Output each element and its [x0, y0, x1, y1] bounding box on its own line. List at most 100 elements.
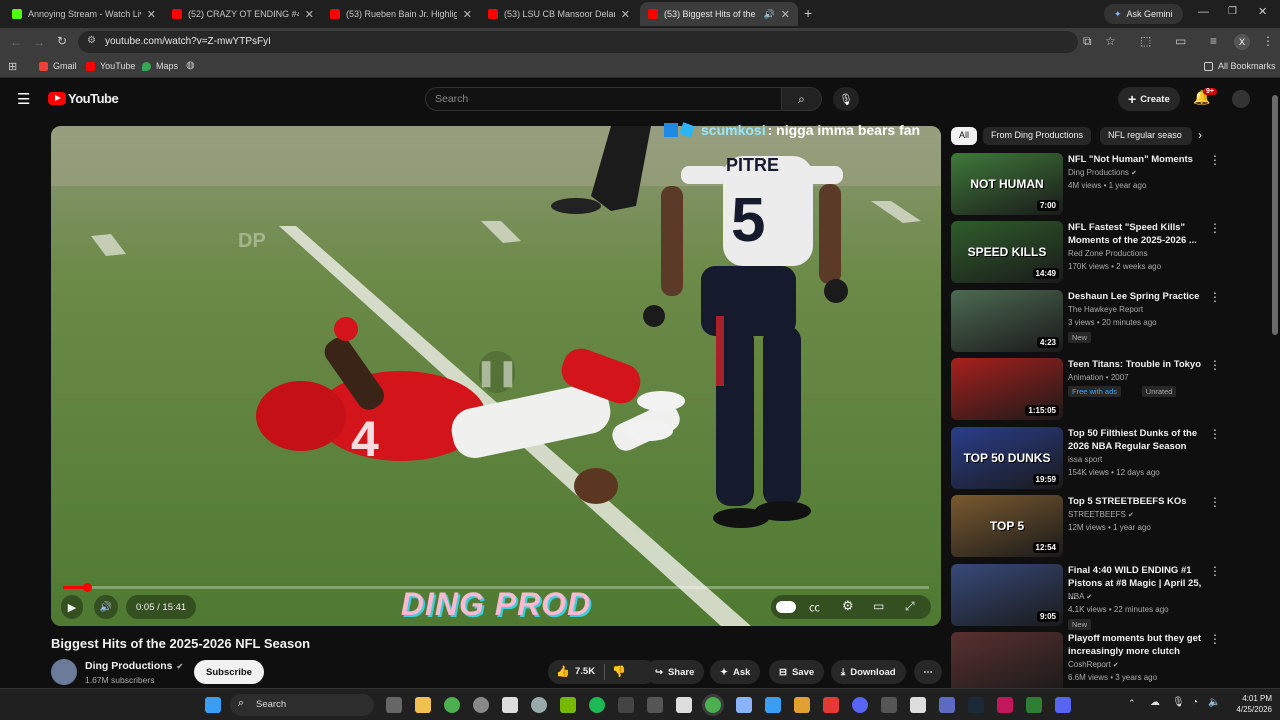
recommendation-item[interactable]: 1:15:05 Teen Titans: Trouble in Tokyo Anim…: [951, 358, 1251, 420]
video-thumbnail[interactable]: 4:23: [951, 290, 1063, 352]
search-input[interactable]: Search: [425, 87, 782, 111]
video-thumbnail[interactable]: [951, 632, 1063, 688]
more-actions-button[interactable]: ⋯: [914, 660, 942, 684]
video-thumbnail[interactable]: NOT HUMAN 7:00: [951, 153, 1063, 215]
file-explorer-icon[interactable]: [415, 697, 431, 713]
video-player[interactable]: PITRE 5 4 DP ❚❚ DING PROD ▶ 🔊 0:05 / 15:…: [51, 126, 941, 626]
recommendation-item[interactable]: 4:23 Deshaun Lee Spring Practice The Hawke…: [951, 290, 1251, 352]
recommendation-title[interactable]: Top 50 Filthiest Dunks of the 2026 NBA Re…: [1068, 427, 1208, 453]
like-count[interactable]: 7.5K: [575, 666, 595, 677]
recommendation-title[interactable]: Playoff moments but they get increasingly…: [1068, 632, 1208, 658]
channel-name-row[interactable]: Ding Productions ✔: [85, 660, 183, 672]
autoplay-toggle[interactable]: [776, 601, 796, 613]
discord-icon[interactable]: [852, 697, 868, 713]
chip-from-channel[interactable]: From Ding Productions: [983, 127, 1092, 145]
tab-search-icon[interactable]: ≡: [1210, 34, 1217, 48]
app-icon[interactable]: [1026, 697, 1042, 713]
recommendation-item[interactable]: 9:05 Final 4:40 WILD ENDING #1 Pistons at …: [951, 564, 1251, 630]
close-tab-icon[interactable]: ✕: [305, 8, 314, 21]
app-icon[interactable]: [1055, 697, 1071, 713]
recommendation-item[interactable]: TOP 5 12:54 Top 5 STREETBEEFS KOs STREETBEE…: [951, 495, 1251, 557]
globe-icon[interactable]: ◍: [186, 60, 195, 71]
recommendation-title[interactable]: NFL "Not Human" Moments: [1068, 153, 1208, 166]
address-bar[interactable]: ⚙ youtube.com/watch?v=Z-mwYTPsFyI: [78, 31, 1078, 53]
progress-bar[interactable]: [63, 583, 929, 592]
close-tab-icon[interactable]: ✕: [463, 8, 472, 21]
wifi-icon[interactable]: ◔: [1192, 697, 1198, 708]
volume-button[interactable]: 🔊: [94, 595, 118, 619]
captions-icon[interactable]: ㏄: [809, 599, 820, 615]
ask-gemini-button[interactable]: ✦ Ask Gemini: [1104, 4, 1183, 24]
tray-chevron-icon[interactable]: ⌃: [1128, 698, 1136, 709]
voice-search-button[interactable]: 🎙: [833, 87, 859, 111]
extensions-icon[interactable]: ⬚: [1140, 34, 1151, 48]
microphone-icon[interactable]: 🎙: [1172, 697, 1185, 708]
channel-name[interactable]: Ding Productions: [85, 660, 173, 672]
recommendation-title[interactable]: Top 5 STREETBEEFS KOs: [1068, 495, 1208, 508]
thumbs-down-icon[interactable]: 👎: [612, 665, 626, 678]
task-view-icon[interactable]: [386, 697, 402, 713]
page-scrollbar[interactable]: [1272, 95, 1278, 335]
fullscreen-icon[interactable]: ⤢: [905, 599, 915, 614]
apps-grid-icon[interactable]: ⊞: [8, 60, 17, 73]
recommendation-title[interactable]: Deshaun Lee Spring Practice: [1068, 290, 1208, 303]
search-button[interactable]: ⌕: [781, 87, 822, 111]
bookmark-gmail[interactable]: Gmail: [39, 61, 77, 71]
system-clock[interactable]: 4:01 PM 4/25/2026: [1226, 693, 1272, 715]
windows-start-icon[interactable]: [205, 697, 221, 713]
more-vertical-icon[interactable]: ⋮: [1209, 221, 1221, 235]
store-icon[interactable]: [765, 697, 781, 713]
share-button[interactable]: ↪ Share: [645, 660, 705, 684]
video-thumbnail[interactable]: TOP 5 12:54: [951, 495, 1063, 557]
back-icon[interactable]: ←: [10, 35, 22, 49]
recommendation-title[interactable]: Teen Titans: Trouble in Tokyo: [1068, 358, 1208, 371]
recommendation-channel[interactable]: STREETBEEFS ✔: [1068, 510, 1134, 519]
app-icon[interactable]: [794, 697, 810, 713]
window-icon[interactable]: [736, 697, 752, 713]
recommendation-item[interactable]: TOP 50 DUNKS 19:59 Top 50 Filthiest Dunks …: [951, 427, 1251, 489]
recommendation-channel[interactable]: NBA ✔: [1068, 592, 1092, 601]
spotify-icon[interactable]: [589, 697, 605, 713]
browser-tab[interactable]: (53) Rueben Bain Jr. Highlights ✕: [322, 2, 480, 26]
browser-tab[interactable]: Annoying Stream - Watch Live ✕: [4, 2, 164, 26]
app-icon[interactable]: [473, 697, 489, 713]
more-vertical-icon[interactable]: ⋮: [1209, 495, 1221, 509]
play-button[interactable]: ▶: [61, 595, 83, 619]
close-window-icon[interactable]: ✕: [1258, 5, 1267, 18]
more-vertical-icon[interactable]: ⋮: [1209, 153, 1221, 167]
close-tab-icon[interactable]: ✕: [147, 8, 156, 21]
browser-tab[interactable]: (52) CRAZY OT ENDING #4 LA ✕: [164, 2, 322, 26]
video-thumbnail[interactable]: SPEED KILLS 14:49: [951, 221, 1063, 283]
recommendation-channel[interactable]: issa sport: [1068, 455, 1102, 464]
bookmark-maps[interactable]: Maps: [142, 61, 178, 71]
close-tab-icon[interactable]: ✕: [621, 8, 630, 21]
profile-avatar[interactable]: X: [1234, 34, 1250, 50]
app-icon[interactable]: [823, 697, 839, 713]
close-tab-icon[interactable]: ✕: [781, 8, 790, 21]
thumbs-up-icon[interactable]: 👍: [556, 665, 570, 678]
chrome-active-icon[interactable]: [705, 697, 721, 713]
app-icon[interactable]: [939, 697, 955, 713]
settings-icon[interactable]: [531, 697, 547, 713]
bookmark-youtube[interactable]: YouTube: [86, 61, 135, 71]
chrome-icon[interactable]: [444, 697, 460, 713]
hamburger-menu-icon[interactable]: ☰: [17, 90, 30, 108]
all-bookmarks[interactable]: All Bookmarks: [1204, 61, 1276, 71]
app-icon[interactable]: [997, 697, 1013, 713]
subscribe-button[interactable]: Subscribe: [194, 660, 264, 684]
video-thumbnail[interactable]: 1:15:05: [951, 358, 1063, 420]
taskbar-search[interactable]: ⌕ Search: [230, 694, 374, 716]
browser-tab-active[interactable]: (53) Biggest Hits of the 202 🔊 ✕: [640, 2, 798, 26]
bookmark-star-icon[interactable]: ☆: [1105, 34, 1116, 48]
tray-icon[interactable]: ☁: [1150, 697, 1160, 708]
progress-scrubber[interactable]: [83, 583, 92, 592]
recommendation-title[interactable]: NFL Fastest "Speed Kills" Moments of the …: [1068, 221, 1208, 247]
recommendation-channel[interactable]: The Hawkeye Report: [1068, 305, 1143, 314]
new-tab-icon[interactable]: +: [804, 5, 812, 21]
settings-gear-icon[interactable]: ⚙: [842, 598, 854, 614]
reload-icon[interactable]: ↻: [57, 34, 67, 48]
save-button[interactable]: ⊟ Save: [769, 660, 825, 684]
app-icon[interactable]: [647, 697, 663, 713]
youtube-logo[interactable]: YouTube: [48, 91, 119, 106]
volume-icon[interactable]: 🔈: [1208, 697, 1220, 708]
